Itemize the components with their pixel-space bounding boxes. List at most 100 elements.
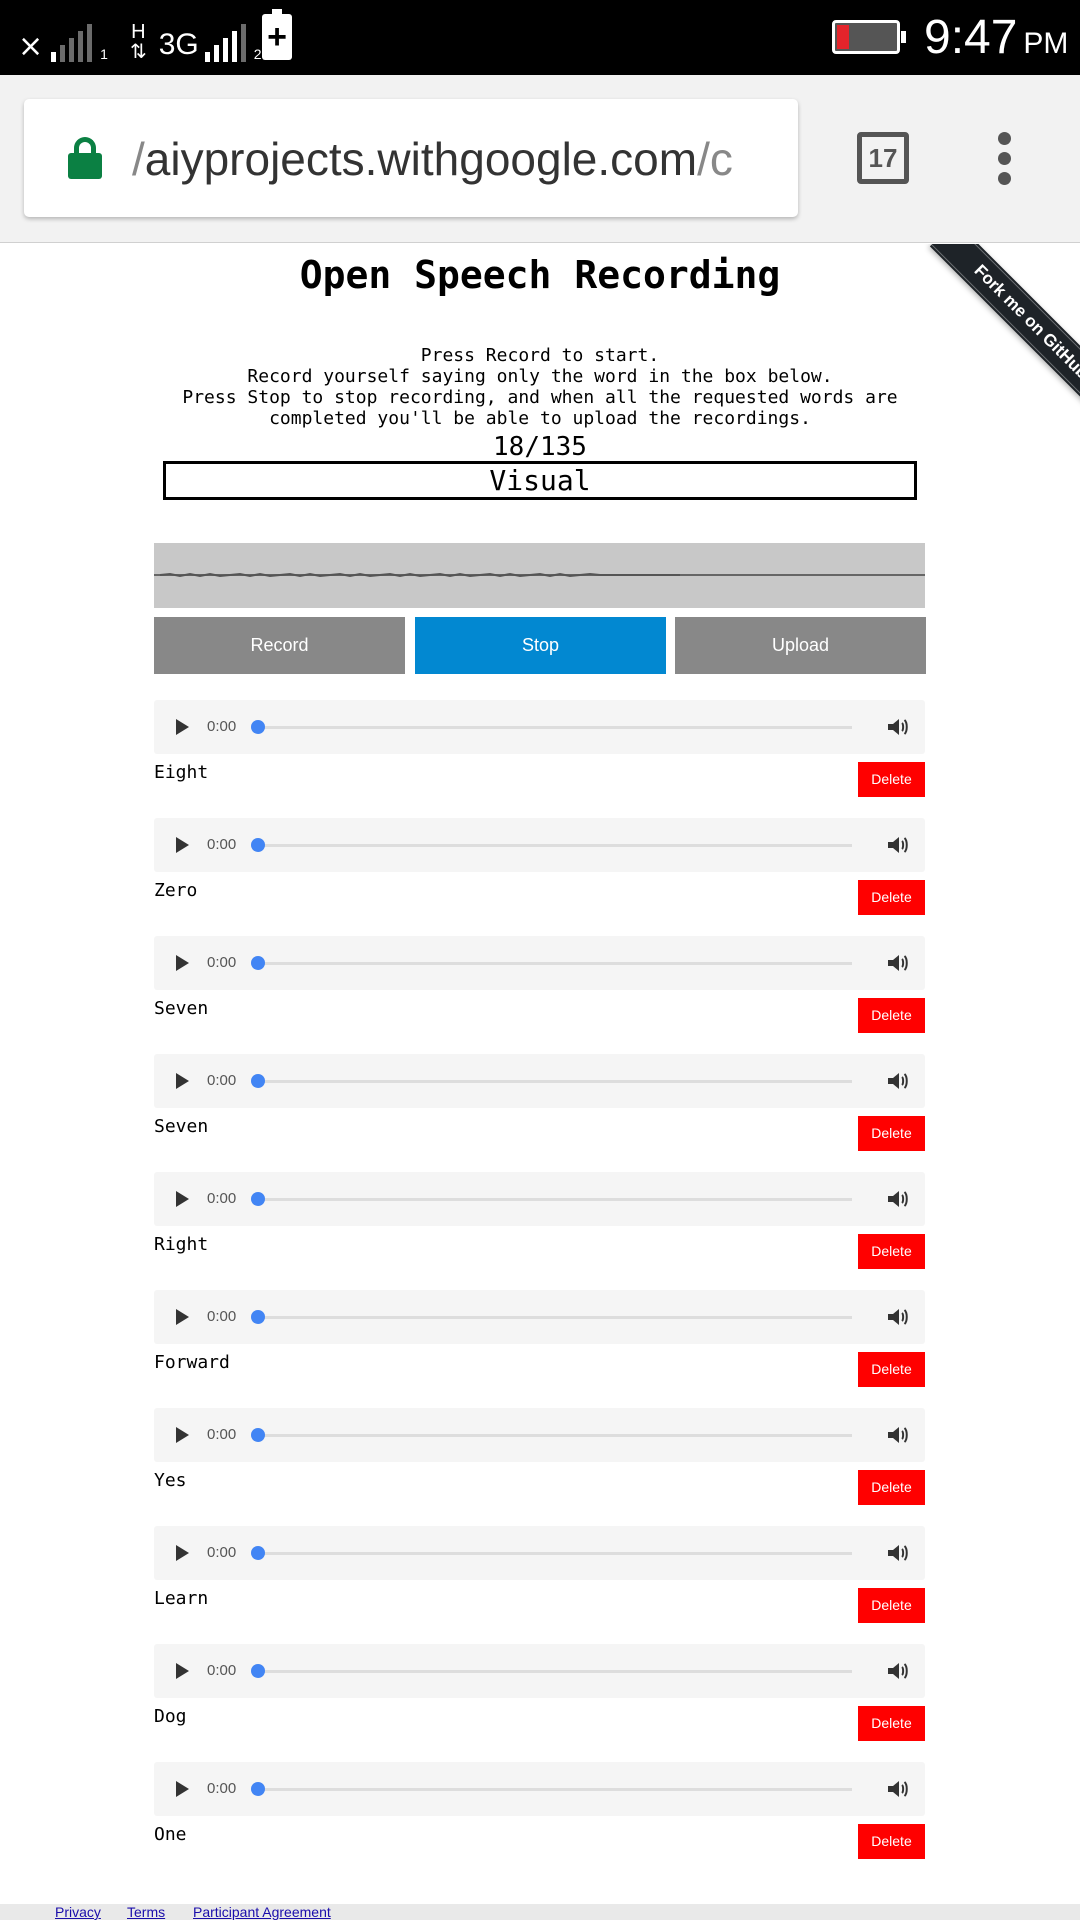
play-icon[interactable] [176, 1663, 189, 1679]
audio-time: 0:00 [207, 954, 237, 971]
seek-thumb[interactable] [251, 1074, 265, 1088]
stop-button[interactable]: Stop [415, 617, 666, 674]
seek-thumb[interactable] [251, 720, 265, 734]
volume-icon[interactable] [887, 1661, 909, 1681]
page-title: Open Speech Recording [299, 253, 781, 297]
play-icon[interactable] [176, 1781, 189, 1797]
seek-thumb[interactable] [251, 1782, 265, 1796]
recording-item: 0:00 Dog Delete [154, 1644, 925, 1762]
audio-seek-bar[interactable] [251, 720, 852, 734]
volume-icon[interactable] [887, 1779, 909, 1799]
overflow-menu-icon[interactable] [998, 132, 1012, 186]
volume-icon[interactable] [887, 1543, 909, 1563]
terms-link[interactable]: Terms [127, 1904, 165, 1920]
data-arrows-icon: ⇅ [129, 41, 147, 63]
browser-toolbar: /aiyprojects.withgoogle.com/c 17 [0, 75, 1080, 243]
play-icon[interactable] [176, 719, 189, 735]
instruction-line: Press Stop to stop recording, and when a… [182, 387, 898, 408]
seek-thumb[interactable] [251, 1192, 265, 1206]
seek-thumb[interactable] [251, 956, 265, 970]
seek-thumb[interactable] [251, 1546, 265, 1560]
audio-time: 0:00 [207, 1308, 237, 1325]
audio-seek-bar[interactable] [251, 1310, 852, 1324]
seek-thumb[interactable] [251, 838, 265, 852]
play-icon[interactable] [176, 1309, 189, 1325]
seek-thumb[interactable] [251, 1664, 265, 1678]
recording-item: 0:00 Learn Delete [154, 1526, 925, 1644]
recordings-list: 0:00 Eight Delete 0:00 Zero Delete 0:00 Seven De… [154, 700, 925, 1880]
audio-seek-bar[interactable] [251, 1546, 852, 1560]
delete-button[interactable]: Delete [858, 1470, 925, 1505]
privacy-link[interactable]: Privacy [55, 1904, 101, 1920]
current-word-box: Visual [163, 461, 917, 500]
charge-plus-label: + [267, 18, 287, 56]
audio-seek-bar[interactable] [251, 1074, 852, 1088]
audio-seek-bar[interactable] [251, 956, 852, 970]
recording-item: 0:00 Seven Delete [154, 936, 925, 1054]
network-type-icon: H ⇅ [130, 22, 147, 62]
battery-level [837, 25, 849, 49]
play-icon[interactable] [176, 837, 189, 853]
sim2-label: 2 [253, 46, 262, 62]
audio-player: 0:00 [154, 936, 925, 990]
seek-thumb[interactable] [251, 1428, 265, 1442]
volume-icon[interactable] [887, 1071, 909, 1091]
recording-word-label: Zero [154, 880, 198, 901]
delete-button[interactable]: Delete [858, 1824, 925, 1859]
audio-seek-bar[interactable] [251, 838, 852, 852]
play-icon[interactable] [176, 1073, 189, 1089]
play-icon[interactable] [176, 955, 189, 971]
audio-seek-bar[interactable] [251, 1782, 852, 1796]
recording-item: 0:00 Forward Delete [154, 1290, 925, 1408]
delete-button[interactable]: Delete [858, 1706, 925, 1741]
delete-button[interactable]: Delete [858, 1234, 925, 1269]
delete-button[interactable]: Delete [858, 762, 925, 797]
instruction-line: Record yourself saying only the word in … [247, 366, 833, 387]
url-text[interactable]: /aiyprojects.withgoogle.com/c [132, 129, 772, 189]
audio-seek-bar[interactable] [251, 1664, 852, 1678]
network-3g-label: 3G [158, 28, 199, 61]
audio-player: 0:00 [154, 818, 925, 872]
signal-icon [204, 22, 246, 62]
lock-icon[interactable] [68, 137, 102, 179]
audio-seek-bar[interactable] [251, 1428, 852, 1442]
delete-button[interactable]: Delete [858, 880, 925, 915]
record-button[interactable]: Record [154, 617, 405, 674]
instruction-line: completed you'll be able to upload the r… [269, 408, 811, 429]
volume-icon[interactable] [887, 717, 909, 737]
clock-ampm: PM [1023, 27, 1069, 60]
upload-button[interactable]: Upload [675, 617, 926, 674]
recording-item: 0:00 Eight Delete [154, 700, 925, 818]
delete-button[interactable]: Delete [858, 1588, 925, 1623]
volume-icon[interactable] [887, 1425, 909, 1445]
volume-icon[interactable] [887, 1189, 909, 1209]
network-h-label: H [131, 21, 146, 43]
delete-button[interactable]: Delete [858, 1352, 925, 1387]
volume-icon[interactable] [887, 835, 909, 855]
audio-seek-bar[interactable] [251, 1192, 852, 1206]
volume-icon[interactable] [887, 1307, 909, 1327]
seek-thumb[interactable] [251, 1310, 265, 1324]
audio-player: 0:00 [154, 1054, 925, 1108]
instruction-line: Press Record to start. [420, 345, 660, 366]
recording-word-label: One [154, 1824, 187, 1845]
play-icon[interactable] [176, 1427, 189, 1443]
battery-charging-icon: + [262, 9, 292, 60]
participant-agreement-link[interactable]: Participant Agreement [193, 1904, 331, 1920]
recording-word-label: Right [154, 1234, 209, 1255]
play-icon[interactable] [176, 1545, 189, 1561]
audio-player: 0:00 [154, 1408, 925, 1462]
status-left-group: × 1 H ⇅ 3G 2 [18, 12, 262, 62]
recording-item: 0:00 Seven Delete [154, 1054, 925, 1172]
url-host: aiyprojects.withgoogle.com [144, 133, 698, 185]
tab-switcher-button[interactable]: 17 [857, 132, 909, 184]
waveform-visualizer [154, 543, 925, 608]
volume-icon[interactable] [887, 953, 909, 973]
address-bar[interactable]: /aiyprojects.withgoogle.com/c [24, 99, 798, 217]
recording-word-label: Seven [154, 1116, 209, 1137]
delete-button[interactable]: Delete [858, 998, 925, 1033]
play-icon[interactable] [176, 1191, 189, 1207]
audio-time: 0:00 [207, 1662, 237, 1679]
sim1-label: 1 [100, 46, 108, 62]
delete-button[interactable]: Delete [858, 1116, 925, 1151]
